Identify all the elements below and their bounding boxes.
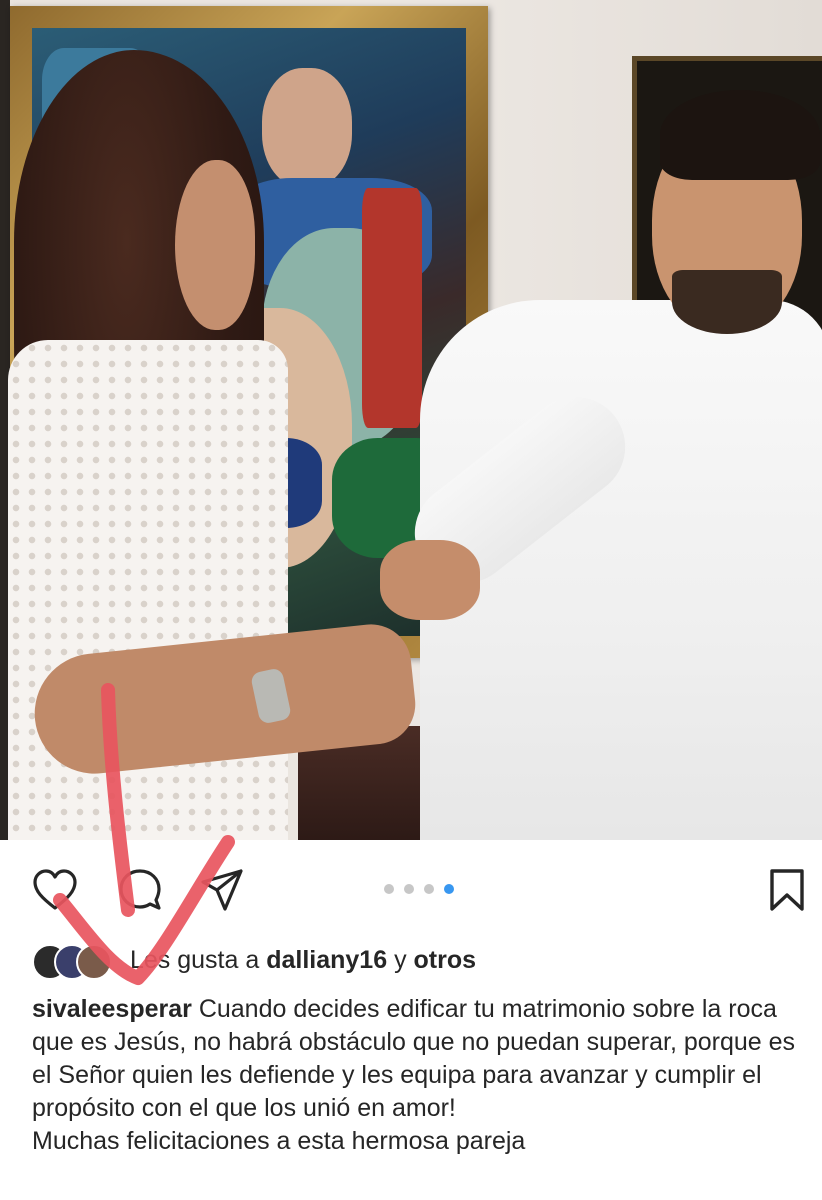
woman-face: [175, 160, 255, 330]
paper-plane-icon[interactable]: [200, 868, 244, 912]
painting-figure: [262, 68, 352, 188]
post-action-bar: [0, 840, 822, 940]
likes-prefix: Les gusta a: [130, 945, 267, 974]
carousel-dot-active: [444, 884, 454, 894]
heart-icon[interactable]: [32, 868, 78, 912]
caption-paragraph: sivaleesperar Cuando decides edificar tu…: [32, 993, 812, 1125]
painting-figure: [362, 188, 422, 428]
man-beard: [672, 270, 782, 334]
likes-connector: y: [387, 945, 414, 974]
post-photo[interactable]: [0, 0, 822, 840]
man-hair: [660, 90, 820, 180]
carousel-dot: [424, 884, 434, 894]
carousel-dot: [404, 884, 414, 894]
avatar: [76, 944, 112, 980]
likes-others[interactable]: otros: [414, 946, 477, 975]
carousel-indicator: [384, 884, 454, 896]
caption-username[interactable]: sivaleesperar: [32, 995, 192, 1023]
caption-second-line: Muchas felicitaciones a esta hermosa par…: [32, 1127, 526, 1155]
liker-avatars[interactable]: [32, 942, 124, 980]
carousel-dot: [384, 884, 394, 894]
bookmark-icon[interactable]: [768, 868, 806, 912]
likes-row[interactable]: Les gusta a dalliany16 y otros: [32, 940, 792, 980]
post-caption: sivaleesperar Cuando decides edificar tu…: [32, 993, 812, 1158]
likes-username[interactable]: dalliany16: [266, 946, 387, 975]
comment-icon[interactable]: [118, 868, 162, 912]
man-hand: [380, 540, 480, 620]
